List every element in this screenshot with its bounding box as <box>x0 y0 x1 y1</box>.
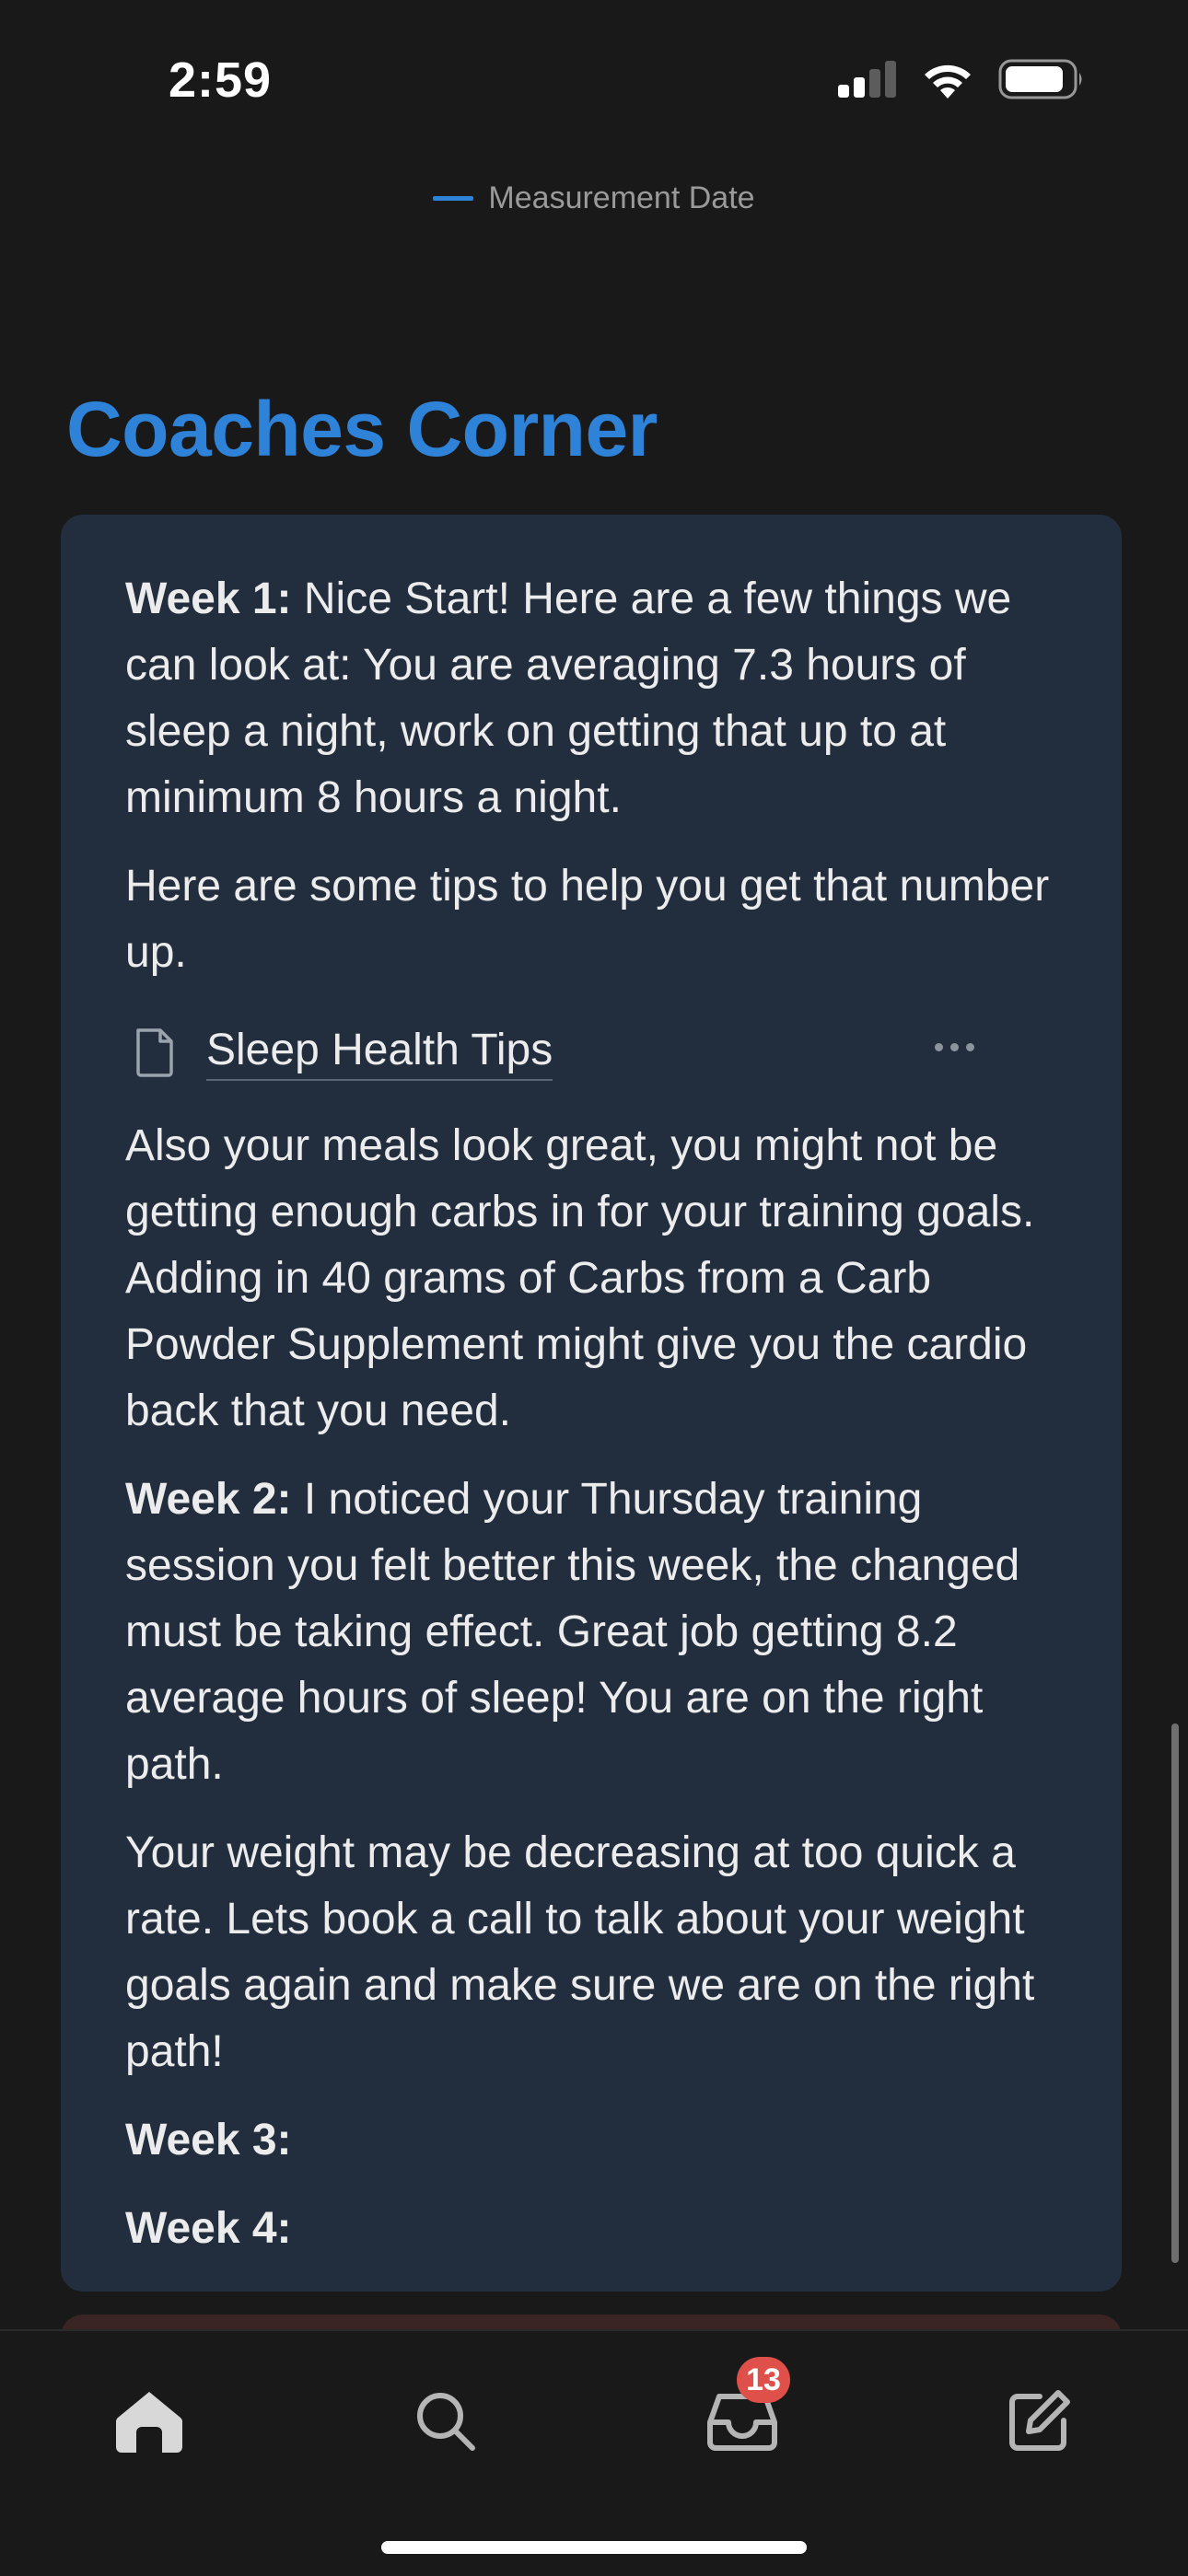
page-icon <box>136 1028 173 1077</box>
battery-icon <box>998 59 1082 99</box>
weight-paragraph[interactable]: Your weight may be decreasing at too qui… <box>125 1820 1057 2085</box>
bottom-nav: 13 <box>0 2329 1188 2576</box>
nav-inbox-button[interactable]: 13 <box>696 2357 790 2467</box>
more-options-icon[interactable] <box>935 1043 974 1051</box>
chart-legend: Measurement Date <box>0 180 1188 216</box>
status-time: 2:59 <box>169 52 273 108</box>
wifi-icon <box>925 64 971 99</box>
sleep-tips-page-link[interactable]: Sleep Health Tips <box>125 1008 1057 1097</box>
search-icon <box>417 2393 475 2451</box>
week3-label[interactable]: Week 3: <box>125 2107 1057 2174</box>
week1-label: Week 1: <box>125 574 292 623</box>
nav-search-button[interactable] <box>400 2375 492 2467</box>
nav-compose-button[interactable] <box>993 2375 1085 2467</box>
compose-icon <box>1009 2390 1070 2451</box>
home-indicator[interactable] <box>381 2541 807 2554</box>
inbox-badge: 13 <box>737 2357 790 2403</box>
home-icon <box>115 2392 183 2453</box>
status-bar: 2:59 <box>0 0 1188 147</box>
week4-label[interactable]: Week 4: <box>125 2196 1057 2262</box>
page-link-title: Sleep Health Tips <box>206 1025 553 1081</box>
legend-swatch <box>433 196 474 201</box>
week2-paragraph[interactable]: Week 2: I noticed your Thursday training… <box>125 1467 1057 1798</box>
tips-intro-paragraph[interactable]: Here are some tips to help you get that … <box>125 853 1057 986</box>
status-icons <box>836 59 1085 99</box>
section-heading: Coaches Corner <box>66 386 658 472</box>
legend-label: Measurement Date <box>488 180 755 215</box>
week2-label: Week 2: <box>125 1475 292 1524</box>
cellular-signal-icon <box>838 61 896 98</box>
nav-home-button[interactable] <box>103 2375 195 2467</box>
week1-paragraph[interactable]: Week 1: Nice Start! Here are a few thing… <box>125 566 1057 831</box>
meals-paragraph[interactable]: Also your meals look great, you might no… <box>125 1113 1057 1445</box>
coach-callout[interactable]: Week 1: Nice Start! Here are a few thing… <box>61 515 1122 2292</box>
scrollbar-thumb[interactable] <box>1171 1723 1179 2263</box>
